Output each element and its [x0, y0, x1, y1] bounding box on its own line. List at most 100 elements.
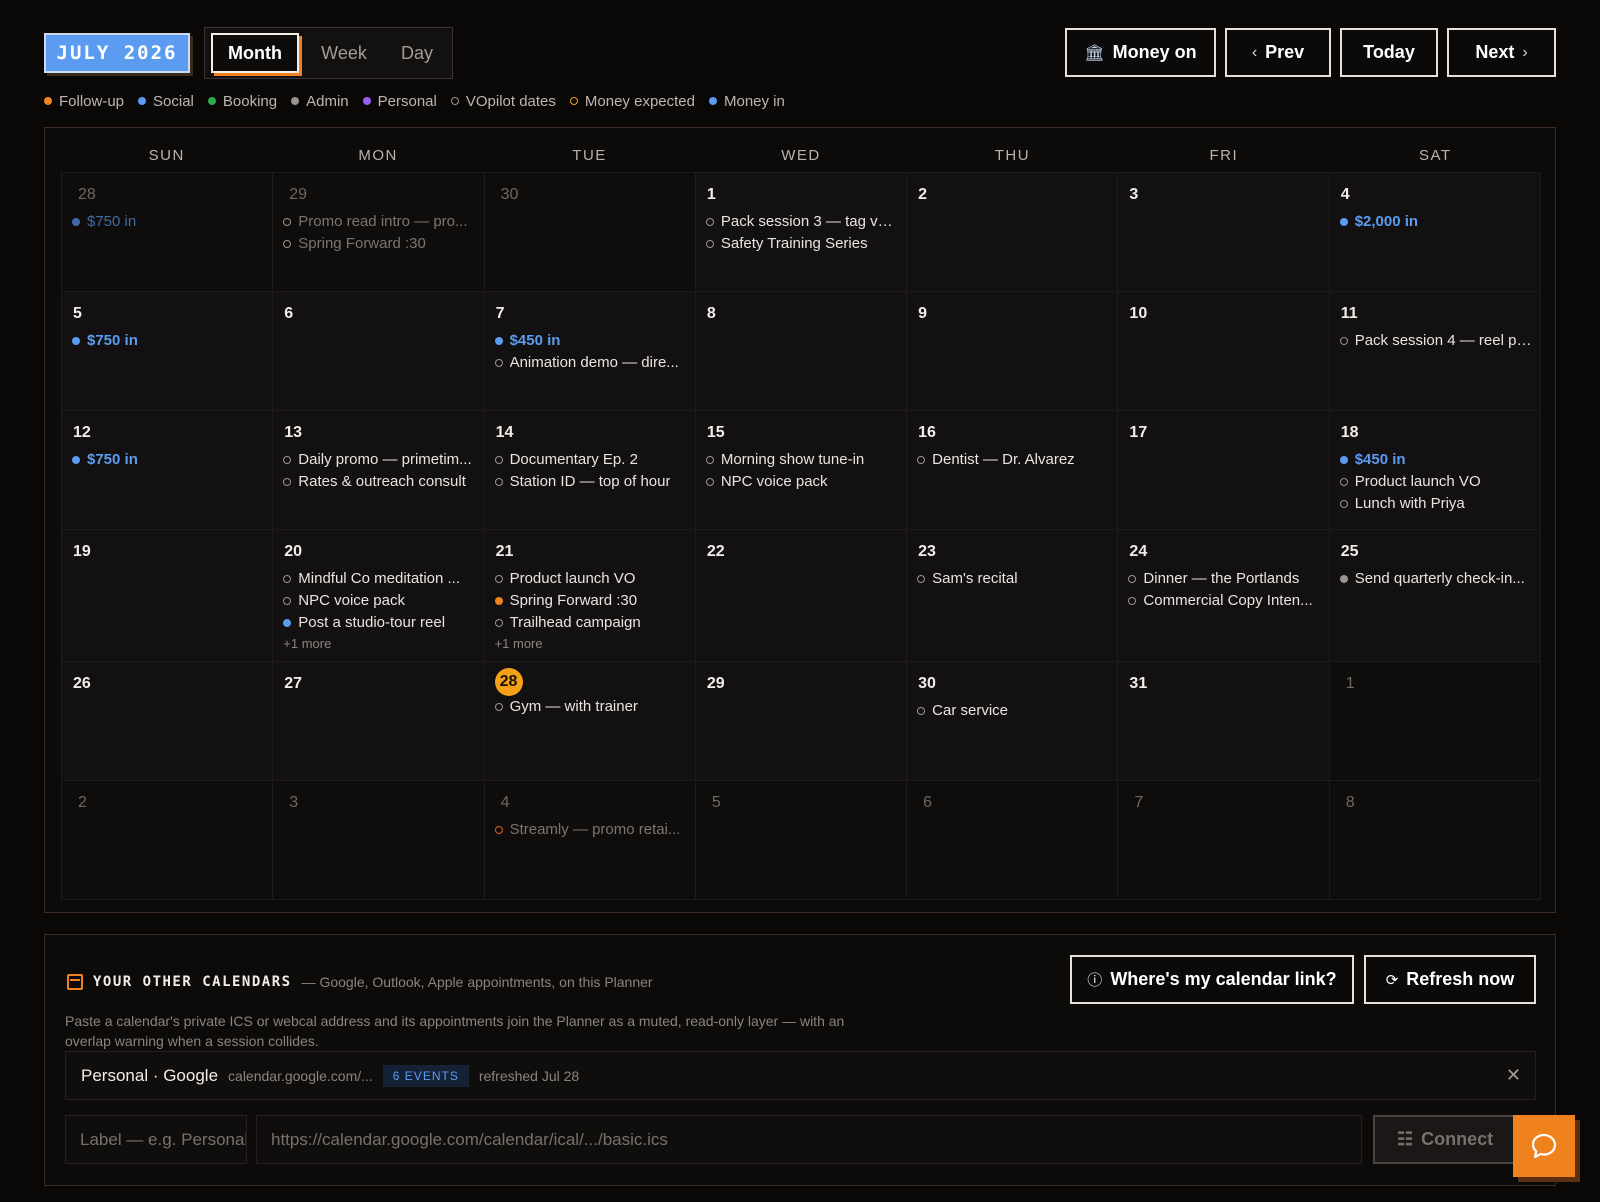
day-cell[interactable]: 12 $750 in — [62, 411, 274, 530]
money-in-event[interactable]: $750 in — [72, 330, 264, 352]
money-toggle-button[interactable]: 🏛 Money on — [1065, 28, 1216, 77]
day-cell[interactable]: 18 $450 in Product launch VO Lunch with Pri… — [1329, 411, 1541, 530]
day-cell[interactable]: 14 Documentary Ep. 2 Station ID — top of h… — [484, 411, 696, 530]
chat-button[interactable] — [1513, 1115, 1575, 1177]
calendar-event[interactable]: Lunch with Priya — [1339, 493, 1532, 515]
calendar-event[interactable]: Product launch VO — [494, 568, 687, 590]
day-cell[interactable]: 1 — [1329, 662, 1541, 781]
day-cell[interactable]: 20 Mindful Co meditation ... NPC voice pac… — [273, 530, 485, 662]
today-button[interactable]: Today — [1340, 28, 1438, 77]
day-cell[interactable]: 25 Send quarterly check-in... — [1329, 530, 1541, 662]
view-week-button[interactable]: Week — [307, 33, 381, 73]
calendar-event[interactable]: Pack session 4 — reel pi... — [1339, 330, 1532, 352]
day-cell[interactable]: 7 $450 in Animation demo — dire... — [484, 292, 696, 411]
view-day-button[interactable]: Day — [385, 33, 449, 73]
calendar-event[interactable]: Morning show tune-in — [705, 449, 898, 471]
day-cell[interactable]: 2 — [62, 781, 274, 900]
day-cell[interactable]: 15 Morning show tune-in NPC voice pack — [695, 411, 908, 530]
day-cell[interactable]: 31 — [1118, 662, 1330, 781]
calendar-event[interactable]: Dentist — Dr. Alvarez — [917, 449, 1109, 471]
event-title: Station ID — top of hour — [509, 473, 671, 490]
calendar-label-input[interactable] — [65, 1115, 247, 1164]
day-cell[interactable]: 8 — [1329, 781, 1541, 900]
calendar-event[interactable]: Sam's recital — [917, 568, 1109, 590]
feed-url: calendar.google.com/... — [228, 1067, 373, 1084]
calendar-event[interactable]: Car service — [917, 700, 1109, 722]
money-in-event[interactable]: $450 in — [1339, 449, 1532, 471]
event-marker — [283, 456, 292, 464]
calendar-url-input[interactable] — [256, 1115, 1362, 1164]
day-cell[interactable]: 29 Promo read intro — pro... Spring Forwar… — [273, 173, 485, 292]
day-cell[interactable]: 30 Car service — [907, 662, 1119, 781]
day-cell[interactable]: 22 — [695, 530, 908, 662]
calendar-event[interactable]: Safety Training Series — [705, 233, 898, 255]
money-in-event[interactable]: $450 in — [494, 330, 687, 352]
day-cell[interactable]: 19 — [62, 530, 274, 662]
day-cell[interactable]: 26 — [62, 662, 274, 781]
calendar-event[interactable]: Streamly — promo retai... — [494, 819, 687, 841]
close-icon[interactable]: ✕ — [1506, 1065, 1521, 1086]
day-cell[interactable]: 21 Product launch VO Spring Forward :30 Tra… — [484, 530, 696, 662]
day-cell[interactable]: 24 Dinner — the Portlands Commercial Copy … — [1118, 530, 1330, 662]
calendar-event[interactable]: Pack session 3 — tag va... — [705, 211, 898, 233]
prev-button[interactable]: ‹ Prev — [1225, 28, 1331, 77]
calendar-event[interactable]: Commercial Copy Inten... — [1128, 590, 1320, 612]
more-events-link[interactable]: +1 more — [495, 636, 687, 651]
day-cell[interactable]: 4 $2,000 in — [1329, 173, 1541, 292]
calendar-event[interactable]: Send quarterly check-in... — [1339, 568, 1532, 590]
day-cell[interactable]: 27 — [273, 662, 485, 781]
day-number: 29 — [706, 675, 725, 692]
day-cell[interactable]: 7 — [1118, 781, 1330, 900]
calendar-event[interactable]: Documentary Ep. 2 — [494, 449, 687, 471]
day-cell[interactable]: 9 — [907, 292, 1119, 411]
day-cell[interactable]: 1 Pack session 3 — tag va... Safety Traini… — [695, 173, 908, 292]
day-cell[interactable]: 28 $750 in — [62, 173, 274, 292]
calendar-event[interactable]: Product launch VO — [1339, 471, 1532, 493]
calendar-event[interactable]: Trailhead campaign — [494, 612, 687, 634]
calendar-event[interactable]: Gym — with trainer — [494, 696, 687, 718]
day-cell[interactable]: 28 Gym — with trainer — [484, 662, 696, 781]
day-number: 26 — [73, 675, 91, 692]
day-cell[interactable]: 16 Dentist — Dr. Alvarez — [907, 411, 1119, 530]
day-number: 3 — [1129, 186, 1139, 203]
event-title: Streamly — promo retai... — [509, 821, 681, 838]
calendar-event[interactable]: Dinner — the Portlands — [1128, 568, 1320, 590]
day-cell[interactable]: 10 — [1118, 292, 1330, 411]
calendar-event[interactable]: Daily promo — primetim... — [283, 449, 475, 471]
next-button[interactable]: Next › — [1447, 28, 1556, 77]
calendar-event[interactable]: Spring Forward :30 — [283, 233, 475, 255]
day-cell[interactable]: 29 — [695, 662, 908, 781]
more-events-link[interactable]: +1 more — [283, 636, 475, 651]
money-in-event[interactable]: $750 in — [72, 211, 264, 233]
day-cell[interactable]: 11 Pack session 4 — reel pi... — [1329, 292, 1541, 411]
day-cell[interactable]: 5 $750 in — [62, 292, 274, 411]
day-cell[interactable]: 30 — [484, 173, 696, 292]
calendar-event[interactable]: Animation demo — dire... — [494, 352, 687, 374]
calendar-event[interactable]: Post a studio-tour reel — [283, 612, 475, 634]
refresh-button[interactable]: ⟳ Refresh now — [1364, 955, 1536, 1004]
day-cell[interactable]: 3 — [1118, 173, 1330, 292]
day-cell[interactable]: 13 Daily promo — primetim... Rates & outre… — [273, 411, 485, 530]
day-cell[interactable]: 8 — [695, 292, 908, 411]
calendar-event[interactable]: NPC voice pack — [283, 590, 475, 612]
day-cell[interactable]: 4 Streamly — promo retai... — [484, 781, 696, 900]
day-cell[interactable]: 17 — [1118, 411, 1330, 530]
day-cell[interactable]: 6 — [273, 292, 485, 411]
money-in-event[interactable]: $2,000 in — [1339, 211, 1532, 233]
event-title: $450 in — [509, 332, 561, 349]
calendar-event[interactable]: Promo read intro — pro... — [283, 211, 475, 233]
calendar-event[interactable]: Spring Forward :30 — [494, 590, 687, 612]
calendar-event[interactable]: Mindful Co meditation ... — [283, 568, 475, 590]
calendar-event[interactable]: Rates & outreach consult — [283, 471, 475, 493]
day-cell[interactable]: 5 — [695, 781, 908, 900]
calendar-event[interactable]: Station ID — top of hour — [494, 471, 687, 493]
event-marker — [1339, 478, 1348, 486]
view-month-button[interactable]: Month — [211, 33, 299, 73]
day-cell[interactable]: 3 — [273, 781, 485, 900]
calendar-link-help-button[interactable]: ⓘ Where's my calendar link? — [1070, 955, 1354, 1004]
day-cell[interactable]: 23 Sam's recital — [907, 530, 1119, 662]
calendar-event[interactable]: NPC voice pack — [705, 471, 898, 493]
money-in-event[interactable]: $750 in — [72, 449, 264, 471]
day-cell[interactable]: 6 — [907, 781, 1119, 900]
day-cell[interactable]: 2 — [907, 173, 1119, 292]
